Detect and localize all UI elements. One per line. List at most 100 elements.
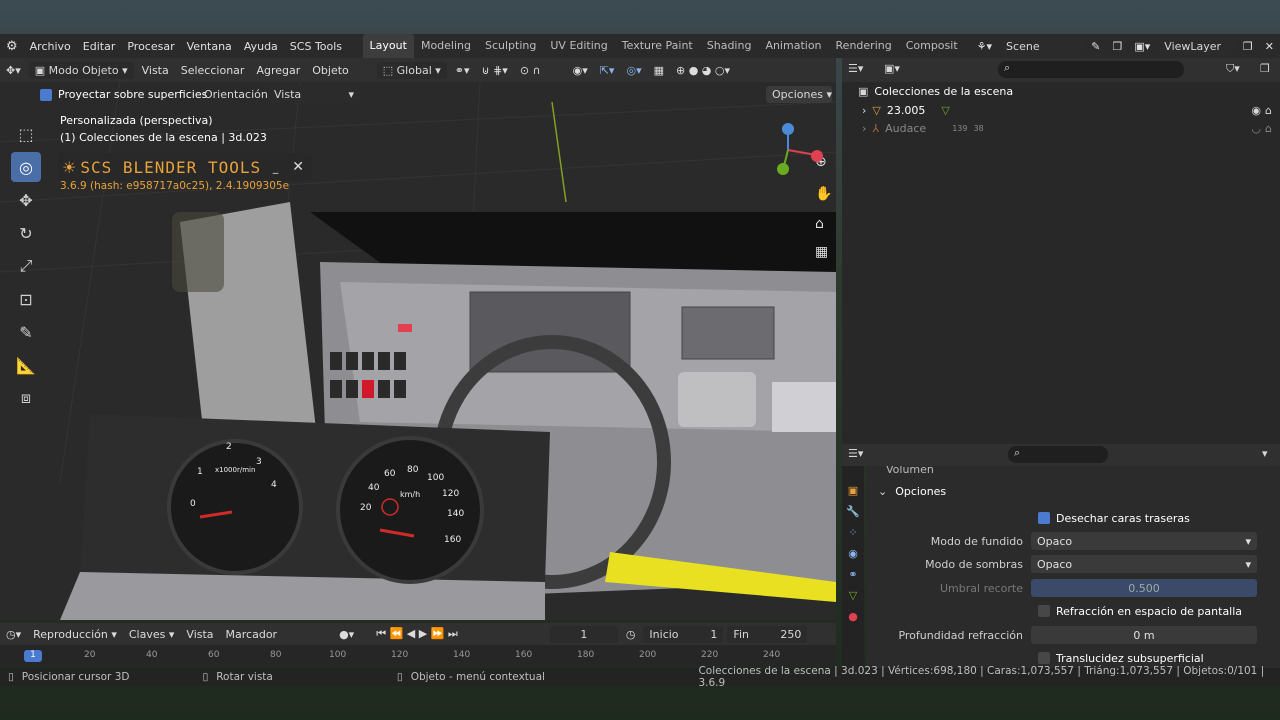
- cursor-tool-icon[interactable]: ◎: [11, 152, 41, 182]
- orientation-tool-selector[interactable]: Vista ▾: [268, 86, 360, 103]
- options-dropdown[interactable]: Opciones ▾: [766, 86, 832, 103]
- viewlayer-selector[interactable]: ViewLayer: [1158, 37, 1235, 55]
- tab-animation[interactable]: Animation: [758, 34, 828, 58]
- rotate-tool-icon[interactable]: ↻: [11, 218, 41, 248]
- tab-sculpting[interactable]: Sculpting: [478, 34, 543, 58]
- menu-vista-timeline[interactable]: Vista: [180, 626, 219, 643]
- menu-scs-tools[interactable]: SCS Tools: [284, 40, 348, 53]
- move-tool-icon[interactable]: ✥: [11, 185, 41, 215]
- camera-icon[interactable]: ⌂: [815, 216, 824, 232]
- select-box-icon[interactable]: ⬚: [11, 119, 41, 149]
- display-mode-icon[interactable]: ▣▾: [884, 62, 900, 75]
- filter-icon[interactable]: ⛉▾: [1226, 62, 1240, 76]
- pin-icon[interactable]: ✎: [1085, 40, 1106, 53]
- menu-marcador[interactable]: Marcador: [220, 626, 284, 643]
- playback-controls[interactable]: ⏮ ⏪ ◀ ▶ ⏩ ⏭: [370, 625, 464, 643]
- section-volumen[interactable]: Volumen: [866, 466, 1280, 480]
- playhead[interactable]: 1: [24, 650, 42, 662]
- expand-arrow-icon[interactable]: ›: [862, 104, 866, 117]
- tab-texture-paint[interactable]: Texture Paint: [615, 34, 700, 58]
- xray-icon[interactable]: ▦: [648, 62, 670, 79]
- new-viewlayer-icon[interactable]: ❐: [1237, 40, 1259, 53]
- outliner-type-icon[interactable]: ☰▾: [848, 62, 863, 75]
- clock-icon[interactable]: ◷: [620, 626, 642, 643]
- menu-agregar[interactable]: Agregar: [250, 62, 306, 79]
- orientation-selector[interactable]: ⬚ Global ▾: [376, 61, 447, 79]
- measure-tool-icon[interactable]: 📐: [11, 350, 41, 380]
- menu-vista[interactable]: Vista: [136, 62, 175, 79]
- menu-reproduccion[interactable]: Reproducción ▾: [27, 626, 123, 643]
- end-frame-field[interactable]: Fin 250: [727, 625, 808, 643]
- properties-search-input[interactable]: ⌕: [1008, 446, 1108, 463]
- tab-modeling[interactable]: Modeling: [414, 34, 478, 58]
- tab-rendering[interactable]: Rendering: [829, 34, 899, 58]
- visibility-icon[interactable]: ◉▾: [567, 62, 594, 79]
- proportional-icon[interactable]: ⊙ ∩: [514, 62, 547, 79]
- project-surfaces-checkbox[interactable]: [40, 88, 52, 101]
- minimize-icon[interactable]: _: [267, 161, 285, 174]
- shadow-mode-select[interactable]: Opaco ▾: [1031, 555, 1257, 573]
- physics-icon[interactable]: ◉: [842, 547, 864, 560]
- modifier-icon[interactable]: 🔧: [842, 505, 864, 518]
- overlay-icon[interactable]: ◎▾: [620, 62, 647, 79]
- eye-icon[interactable]: ◉: [1251, 104, 1261, 117]
- chevron-down-icon[interactable]: ▾: [1262, 447, 1268, 460]
- refraction-checkbox[interactable]: [1038, 605, 1050, 617]
- record-icon[interactable]: ●▾: [333, 626, 360, 643]
- blend-mode-select[interactable]: Opaco ▾: [1031, 532, 1257, 550]
- outliner-root[interactable]: ▣ Colecciones de la escena: [858, 85, 1013, 98]
- camera-render-icon[interactable]: ⌂: [1265, 122, 1272, 135]
- sss-checkbox[interactable]: [1038, 652, 1050, 664]
- refraction-depth-field[interactable]: 0 m: [1031, 626, 1257, 644]
- menu-editar[interactable]: Editar: [77, 40, 122, 53]
- menu-procesar[interactable]: Procesar: [121, 40, 180, 53]
- pivot-icon[interactable]: ⚭▾: [449, 62, 476, 79]
- timeline-type-icon[interactable]: ◷▾: [0, 626, 27, 643]
- start-frame-field[interactable]: Inicio 1: [643, 625, 724, 643]
- new-scene-icon[interactable]: ❐: [1106, 40, 1128, 53]
- camera-render-icon[interactable]: ⌂: [1265, 104, 1272, 117]
- new-collection-icon[interactable]: ❐: [1260, 62, 1270, 75]
- scene-icon[interactable]: ⚘▾: [971, 40, 998, 53]
- outliner-item-audace[interactable]: › ⅄ Audace 139 38 ◡ ⌂: [862, 122, 1272, 135]
- material-icon[interactable]: ●: [842, 610, 864, 623]
- object-props-icon[interactable]: ▣: [842, 484, 864, 497]
- backface-option[interactable]: Desechar caras traseras: [866, 507, 1280, 529]
- data-icon[interactable]: ▽: [842, 589, 864, 602]
- menu-claves[interactable]: Claves ▾: [123, 626, 181, 643]
- project-surfaces-option[interactable]: Proyectar sobre superficies: [40, 88, 207, 101]
- annotate-tool-icon[interactable]: ✎: [11, 317, 41, 347]
- menu-archivo[interactable]: Archivo: [24, 40, 77, 53]
- menu-ayuda[interactable]: Ayuda: [238, 40, 284, 53]
- viewlayer-icon[interactable]: ▣▾: [1128, 40, 1156, 53]
- constraint-icon[interactable]: ⚭: [842, 568, 864, 581]
- pan-hand-icon[interactable]: ✋: [815, 186, 832, 202]
- hidden-eye-icon[interactable]: ◡: [1251, 122, 1261, 135]
- particles-icon[interactable]: ⁘: [842, 526, 864, 539]
- section-opciones[interactable]: ⌄ Opciones: [866, 480, 1280, 502]
- outliner-search-input[interactable]: ⌕: [998, 61, 1184, 78]
- add-cube-tool-icon[interactable]: ⧈: [11, 383, 41, 413]
- blender-logo-icon[interactable]: ⚙: [0, 39, 24, 54]
- menu-seleccionar[interactable]: Seleccionar: [175, 62, 251, 79]
- tab-compositing[interactable]: Composit: [899, 34, 965, 58]
- mode-selector[interactable]: ▣ Modo Objeto ▾: [28, 61, 134, 79]
- properties-type-icon[interactable]: ☰▾: [848, 447, 863, 460]
- gizmo-icon[interactable]: ⇱▾: [594, 62, 621, 79]
- transform-tool-icon[interactable]: ⊡: [11, 284, 41, 314]
- backface-checkbox[interactable]: [1038, 512, 1050, 524]
- menu-objeto[interactable]: Objeto: [306, 62, 355, 79]
- snap-icon[interactable]: ⊍ ⋕▾: [476, 62, 514, 79]
- outliner-item-23005[interactable]: › ▽ 23.005 ▽ ◉ ⌂: [862, 104, 1272, 117]
- tab-uv-editing[interactable]: UV Editing: [543, 34, 614, 58]
- clip-threshold-slider[interactable]: 0.500: [1031, 579, 1257, 597]
- navigation-gizmo[interactable]: [768, 120, 828, 180]
- remove-viewlayer-icon[interactable]: ✕: [1259, 40, 1280, 53]
- current-frame-field[interactable]: 1: [549, 625, 618, 643]
- tab-shading[interactable]: Shading: [700, 34, 759, 58]
- close-icon[interactable]: ✕: [284, 159, 312, 175]
- editor-type-icon[interactable]: ✥▾: [0, 62, 27, 79]
- scene-selector[interactable]: Scene: [1000, 37, 1084, 55]
- scale-tool-icon[interactable]: ⤢: [11, 251, 41, 281]
- tab-layout[interactable]: Layout: [362, 34, 414, 58]
